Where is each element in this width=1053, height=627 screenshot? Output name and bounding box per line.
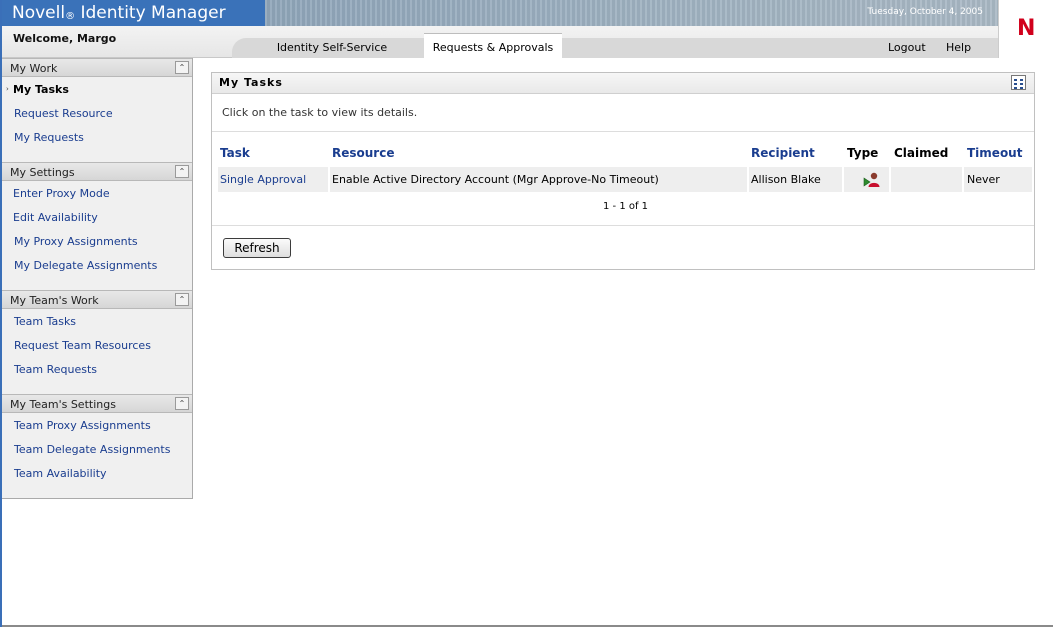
sidebar: My Work ⌃ › My Tasks Request Resource My… bbox=[0, 58, 193, 499]
sidebar-item-edit-availability[interactable]: Edit Availability bbox=[13, 211, 98, 224]
section-title: My Team's Work bbox=[10, 294, 99, 307]
cell-divider bbox=[328, 167, 330, 192]
registered-mark: ® bbox=[65, 11, 76, 22]
panel-header: My Tasks bbox=[212, 73, 1034, 94]
sidebar-item-my-requests[interactable]: My Requests bbox=[14, 131, 84, 144]
sidebar-item-team-tasks[interactable]: Team Tasks bbox=[14, 315, 76, 328]
novell-logo: N bbox=[998, 0, 1053, 58]
sidebar-item-my-tasks[interactable]: My Tasks bbox=[13, 83, 69, 96]
current-item-marker-icon: › bbox=[6, 85, 9, 93]
sidebar-item-request-resource[interactable]: Request Resource bbox=[14, 107, 113, 120]
table-row[interactable]: Single Approval Enable Active Directory … bbox=[218, 167, 1032, 192]
sidebar-item-request-team-resources[interactable]: Request Team Resources bbox=[14, 339, 151, 352]
window-left-edge bbox=[0, 0, 2, 627]
sidebar-section-my-teams-settings: My Team's Settings ⌃ bbox=[0, 394, 192, 413]
tab-identity-self-service[interactable]: Identity Self-Service bbox=[254, 38, 410, 58]
refresh-button[interactable]: Refresh bbox=[223, 238, 291, 258]
tab-strip: Identity Self-Service Requests & Approva… bbox=[232, 33, 998, 58]
collapse-icon[interactable]: ⌃ bbox=[175, 61, 189, 74]
sidebar-item-team-proxy-assignments[interactable]: Team Proxy Assignments bbox=[14, 419, 151, 432]
sidebar-section-my-settings: My Settings ⌃ bbox=[0, 162, 192, 181]
collapse-icon[interactable]: ⌃ bbox=[175, 293, 189, 306]
tab-requests-approvals[interactable]: Requests & Approvals bbox=[424, 33, 562, 58]
current-date: Tuesday, October 4, 2005 bbox=[867, 7, 983, 17]
list-view-icon[interactable] bbox=[1011, 75, 1026, 90]
novell-logo-letter: N bbox=[1017, 16, 1036, 41]
pagination-count: 1 - 1 of 1 bbox=[603, 201, 649, 212]
sidebar-item-my-delegate-assignments[interactable]: My Delegate Assignments bbox=[14, 259, 157, 272]
recipient-cell: Allison Blake bbox=[751, 173, 821, 186]
sidebar-item-team-delegate-assignments[interactable]: Team Delegate Assignments bbox=[14, 443, 170, 456]
header-banner: Tuesday, October 4, 2005 bbox=[265, 0, 998, 26]
sidebar-section-my-teams-work: My Team's Work ⌃ bbox=[0, 290, 192, 309]
column-header-timeout[interactable]: Timeout bbox=[967, 146, 1022, 160]
task-link[interactable]: Single Approval bbox=[220, 173, 306, 186]
brand-name: Novell bbox=[12, 3, 66, 23]
column-header-resource[interactable]: Resource bbox=[332, 146, 394, 160]
panel-title: My Tasks bbox=[219, 76, 283, 89]
column-header-claimed: Claimed bbox=[894, 146, 949, 160]
instructions-text: Click on the task to view its details. bbox=[222, 106, 418, 119]
section-title: My Team's Settings bbox=[10, 398, 116, 411]
sidebar-item-my-proxy-assignments[interactable]: My Proxy Assignments bbox=[14, 235, 138, 248]
divider bbox=[212, 131, 1034, 132]
app-header: Novell® Identity Manager Tuesday, Octobe… bbox=[0, 0, 1053, 58]
sidebar-section-my-work: My Work ⌃ bbox=[0, 58, 192, 77]
resource-cell: Enable Active Directory Account (Mgr App… bbox=[332, 173, 659, 186]
sidebar-item-team-availability[interactable]: Team Availability bbox=[14, 467, 107, 480]
logout-link[interactable]: Logout bbox=[888, 41, 926, 54]
product-name: Identity Manager bbox=[75, 3, 226, 23]
collapse-icon[interactable]: ⌃ bbox=[175, 165, 189, 178]
cell-divider bbox=[962, 167, 964, 192]
approval-task-icon bbox=[863, 172, 880, 187]
help-link[interactable]: Help bbox=[946, 41, 971, 54]
section-title: My Work bbox=[10, 62, 58, 75]
brand-title: Novell® Identity Manager bbox=[0, 0, 265, 26]
divider bbox=[212, 225, 1034, 226]
section-title: My Settings bbox=[10, 166, 75, 179]
timeout-cell: Never bbox=[967, 173, 1000, 186]
column-header-recipient[interactable]: Recipient bbox=[751, 146, 815, 160]
sidebar-item-enter-proxy-mode[interactable]: Enter Proxy Mode bbox=[13, 187, 110, 200]
welcome-message: Welcome, Margo bbox=[13, 32, 117, 45]
cell-divider bbox=[889, 167, 891, 192]
cell-divider bbox=[747, 167, 749, 192]
column-header-task[interactable]: Task bbox=[220, 146, 250, 160]
collapse-icon[interactable]: ⌃ bbox=[175, 397, 189, 410]
sidebar-item-team-requests[interactable]: Team Requests bbox=[14, 363, 97, 376]
cell-divider bbox=[842, 167, 844, 192]
column-header-type: Type bbox=[847, 146, 879, 160]
my-tasks-panel: My Tasks Click on the task to view its d… bbox=[211, 72, 1035, 270]
welcome-bar: Welcome, Margo Identity Self-Service Req… bbox=[0, 26, 998, 58]
